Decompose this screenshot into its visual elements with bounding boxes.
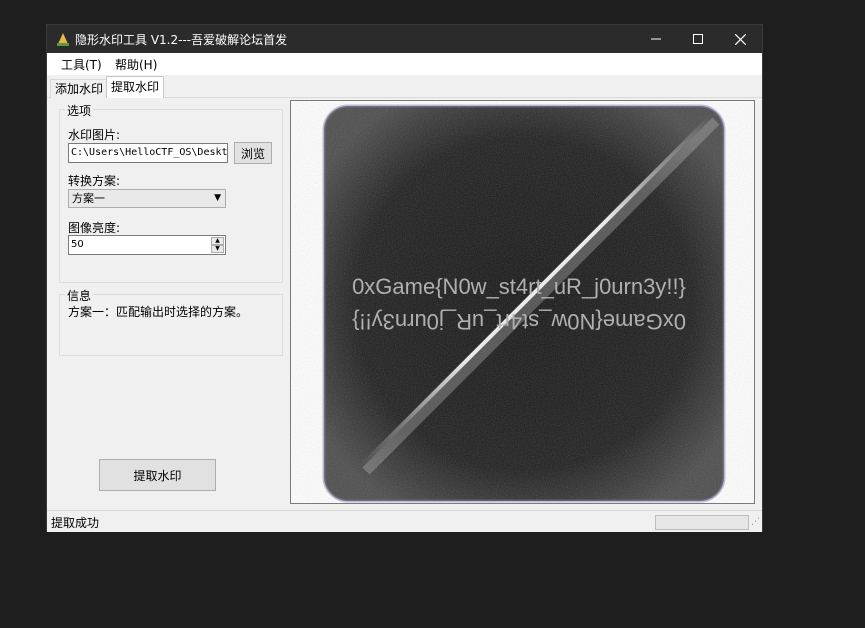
image-path-input[interactable]: C:\Users\HelloCTF_OS\Deskto bbox=[68, 143, 228, 163]
app-icon bbox=[57, 33, 69, 46]
resize-grip-icon[interactable]: ⋰ bbox=[751, 517, 760, 527]
info-group: 信息 方案一：匹配输出时选择的方案。 bbox=[59, 287, 283, 356]
brightness-input[interactable]: 50 bbox=[68, 235, 226, 255]
info-text: 方案一：匹配输出时选择的方案。 bbox=[68, 305, 249, 319]
maximize-button[interactable] bbox=[676, 25, 720, 53]
tab-add-watermark[interactable]: 添加水印 bbox=[50, 79, 109, 98]
options-group-title: 选项 bbox=[65, 102, 94, 119]
progress-bar bbox=[655, 515, 749, 530]
tab-extract-watermark[interactable]: 提取水印 bbox=[106, 76, 165, 98]
image-label: 水印图片: bbox=[68, 128, 121, 142]
minimize-icon bbox=[651, 38, 661, 40]
menu-tools[interactable]: 工具(T) bbox=[61, 56, 102, 73]
spin-down-button[interactable]: ▼ bbox=[211, 245, 224, 253]
window-title: 隐形水印工具 V1.2---吾爱破解论坛首发 bbox=[75, 33, 288, 47]
extract-button[interactable]: 提取水印 bbox=[99, 459, 216, 491]
scheme-value: 方案一 bbox=[72, 192, 105, 205]
close-button[interactable] bbox=[718, 25, 762, 53]
title-bar[interactable]: 隐形水印工具 V1.2---吾爱破解论坛首发 bbox=[47, 25, 762, 53]
minimize-button[interactable] bbox=[634, 25, 678, 53]
scheme-label: 转换方案: bbox=[68, 174, 121, 188]
status-bar: 提取成功 ⋰ bbox=[47, 510, 762, 532]
menu-help[interactable]: 帮助(H) bbox=[115, 56, 157, 73]
maximize-icon bbox=[693, 34, 703, 44]
watermark-image: 0xGame{N0w_st4rt_uR_j0urn3y!!} 0xGame{N0… bbox=[322, 104, 726, 503]
chevron-down-icon: ▼ bbox=[214, 193, 221, 203]
status-text: 提取成功 bbox=[51, 516, 100, 530]
watermark-preview: 0xGame{N0w_st4rt_uR_j0urn3y!!} 0xGame{N0… bbox=[290, 100, 755, 504]
watermark-text-mirrored: 0xGame{N0w_st4rt_uR_j0urn3y!!} bbox=[352, 309, 686, 334]
brightness-label: 图像亮度: bbox=[68, 221, 121, 235]
options-group: 选项 水印图片: C:\Users\HelloCTF_OS\Deskto 浏览 … bbox=[59, 102, 283, 283]
tab-strip: 添加水印 提取水印 bbox=[47, 76, 762, 98]
spin-up-button[interactable]: ▲ bbox=[211, 237, 224, 245]
watermark-text: 0xGame{N0w_st4rt_uR_j0urn3y!!} bbox=[352, 274, 686, 299]
scheme-select[interactable]: 方案一 ▼ bbox=[68, 189, 226, 208]
info-group-title: 信息 bbox=[65, 287, 94, 304]
close-icon bbox=[734, 33, 746, 45]
brightness-value: 50 bbox=[71, 239, 84, 250]
app-window: 隐形水印工具 V1.2---吾爱破解论坛首发 工具(T) 帮助(H) 添加水印 … bbox=[47, 25, 762, 532]
menu-bar: 工具(T) 帮助(H) bbox=[47, 53, 762, 75]
browse-button[interactable]: 浏览 bbox=[234, 142, 272, 164]
